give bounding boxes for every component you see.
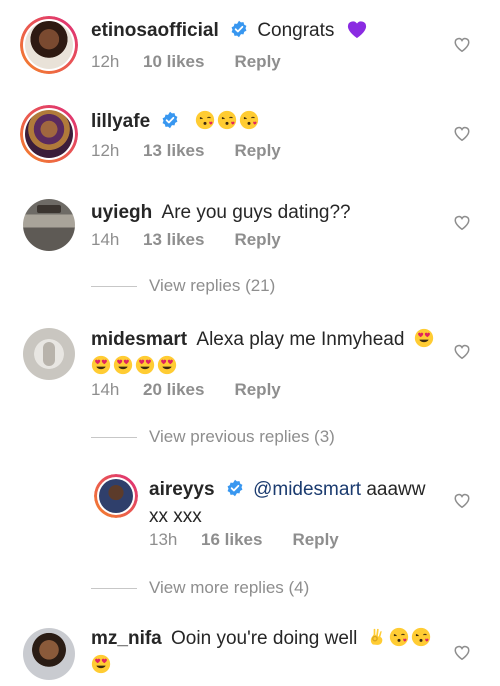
- heart-outline-icon[interactable]: [453, 343, 471, 360]
- heart-eyes-emoji: [135, 355, 155, 375]
- username[interactable]: etinosaofficial: [91, 20, 219, 41]
- username[interactable]: lillyafe: [91, 111, 150, 132]
- heart-outline-icon[interactable]: [453, 492, 471, 509]
- reply-button[interactable]: Reply: [234, 52, 280, 72]
- avatar[interactable]: [23, 628, 75, 680]
- avatar[interactable]: [23, 328, 75, 380]
- kissing-heart-emoji: [389, 627, 408, 647]
- view-more-replies-label: View more replies (4): [149, 578, 310, 597]
- view-previous-replies-link[interactable]: View previous replies (3): [91, 427, 335, 447]
- comment-text: Alexa play me Inmyhead: [196, 329, 405, 350]
- comment-meta: 13h 16 likes Reply: [149, 530, 339, 550]
- heart-eyes-emoji: [91, 654, 111, 674]
- comment-meta: 14h 13 likes Reply: [91, 230, 281, 250]
- mention-link[interactable]: @midesmart: [253, 479, 361, 500]
- timestamp: 14h: [91, 230, 120, 249]
- heart-outline-icon[interactable]: [453, 36, 471, 53]
- heart-eyes-emoji: [113, 355, 133, 375]
- comment-body: aireyys @midesmart aaaww xx xxx: [149, 476, 439, 530]
- heart-outline-icon[interactable]: [453, 125, 471, 142]
- timestamp: 12h: [91, 141, 120, 160]
- comment-item: midesmart Alexa play me Inmyhead 14h 20 …: [0, 318, 500, 428]
- divider: [91, 436, 137, 438]
- timestamp: 13h: [149, 530, 178, 549]
- reply-button[interactable]: Reply: [234, 230, 280, 250]
- avatar[interactable]: [94, 474, 138, 518]
- comment-body: midesmart Alexa play me Inmyhead: [91, 326, 443, 380]
- comment-text: Ooin you're doing well: [171, 628, 358, 649]
- heart-outline-icon[interactable]: [453, 214, 471, 231]
- comment-text: Are you guys dating??: [161, 202, 351, 223]
- kissing-heart-emoji: [411, 627, 430, 647]
- reply-button[interactable]: Reply: [292, 530, 338, 550]
- comment-item: etinosaofficial Congrats 12h 10 likes Re…: [0, 0, 500, 90]
- username[interactable]: mz_nifa: [91, 628, 162, 649]
- view-more-replies-link[interactable]: View more replies (4): [91, 578, 309, 598]
- heart-eyes-emoji: [414, 328, 433, 348]
- timestamp: 14h: [91, 380, 120, 399]
- likes-count[interactable]: 10 likes: [143, 52, 204, 72]
- reply-button[interactable]: Reply: [234, 380, 280, 400]
- username[interactable]: uyiegh: [91, 202, 152, 223]
- heart-outline-icon[interactable]: [453, 644, 471, 661]
- verified-badge-icon: [163, 111, 178, 129]
- avatar[interactable]: [20, 105, 78, 163]
- view-replies-label: View replies (21): [149, 276, 276, 295]
- ok-hand-emoji: [370, 628, 382, 645]
- comment-body: uyiegh Are you guys dating??: [91, 199, 451, 226]
- likes-count[interactable]: 16 likes: [201, 530, 262, 550]
- view-replies-link[interactable]: View replies (21): [91, 276, 275, 296]
- comment-meta: 12h 10 likes Reply: [91, 52, 281, 72]
- comment-body: mz_nifa Ooin you're doing well: [91, 625, 443, 679]
- divider: [91, 285, 137, 287]
- username[interactable]: midesmart: [91, 329, 187, 350]
- reply-item: aireyys @midesmart aaaww xx xxx 13h 16 l…: [0, 466, 500, 576]
- verified-badge-icon: [227, 479, 243, 497]
- comment-meta: 12h 13 likes Reply: [91, 141, 281, 161]
- username[interactable]: aireyys: [149, 479, 215, 500]
- avatar[interactable]: [20, 16, 78, 74]
- comment-text-line2: xx xxx: [149, 506, 202, 527]
- kissing-heart-emoji: [217, 110, 236, 130]
- divider: [91, 587, 137, 589]
- comment-item: uyiegh Are you guys dating?? 14h 13 like…: [0, 180, 500, 270]
- purple-heart-emoji: [347, 21, 366, 39]
- comment-item: lillyafe 12h 13 likes Reply: [0, 90, 500, 180]
- heart-eyes-emoji: [157, 355, 177, 375]
- view-previous-replies-label: View previous replies (3): [149, 427, 335, 446]
- kissing-heart-emoji: [195, 110, 214, 130]
- comment-text: aaaww: [366, 479, 426, 500]
- timestamp: 12h: [91, 52, 120, 71]
- likes-count[interactable]: 20 likes: [143, 380, 204, 400]
- comment-body: lillyafe: [91, 108, 451, 135]
- avatar[interactable]: [23, 199, 75, 251]
- verified-badge-icon: [231, 20, 247, 38]
- comment-item: mz_nifa Ooin you're doing well: [0, 618, 500, 686]
- heart-eyes-emoji: [91, 355, 111, 375]
- comment-body: etinosaofficial Congrats: [91, 17, 451, 44]
- likes-count[interactable]: 13 likes: [143, 230, 204, 250]
- comment-meta: 14h 20 likes Reply: [91, 380, 281, 400]
- likes-count[interactable]: 13 likes: [143, 141, 204, 161]
- reply-button[interactable]: Reply: [234, 141, 280, 161]
- comment-text: Congrats: [257, 20, 335, 41]
- kissing-heart-emoji: [239, 110, 258, 130]
- comments-screen: etinosaofficial Congrats 12h 10 likes Re…: [0, 0, 500, 686]
